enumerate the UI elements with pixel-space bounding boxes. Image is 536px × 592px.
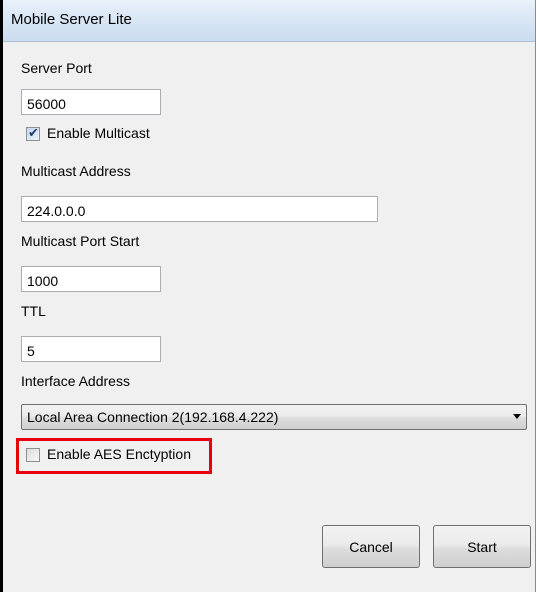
title-bar: Mobile Server Lite — [3, 0, 535, 42]
enable-aes-checkbox-row[interactable]: Enable AES Enctyption — [26, 446, 206, 466]
interface-address-dropdown[interactable]: Local Area Connection 2(192.168.4.222) — [21, 404, 527, 430]
server-port-label: Server Port — [21, 60, 92, 76]
ttl-label: TTL — [21, 303, 46, 319]
multicast-port-start-label: Multicast Port Start — [21, 233, 140, 249]
cancel-button[interactable]: Cancel — [322, 525, 420, 568]
multicast-address-input[interactable] — [21, 196, 378, 222]
checkmark-icon: ✔ — [28, 125, 39, 140]
server-port-input[interactable] — [21, 89, 161, 115]
ttl-input[interactable] — [21, 336, 161, 362]
enable-multicast-checkbox[interactable]: ✔ — [26, 125, 40, 141]
enable-multicast-checkbox-row[interactable]: ✔ Enable Multicast — [26, 125, 186, 145]
chevron-down-icon[interactable] — [513, 414, 521, 419]
window-title: Mobile Server Lite — [11, 11, 132, 28]
multicast-address-label: Multicast Address — [21, 163, 131, 179]
interface-address-selected: Local Area Connection 2(192.168.4.222) — [27, 409, 279, 425]
multicast-port-start-input[interactable] — [21, 266, 161, 292]
enable-aes-label: Enable AES Enctyption — [47, 446, 191, 462]
start-button[interactable]: Start — [433, 525, 531, 568]
enable-multicast-label: Enable Multicast — [47, 125, 150, 141]
interface-address-label: Interface Address — [21, 373, 130, 389]
mobile-server-lite-window: Mobile Server Lite Server Port ✔ Enable … — [0, 0, 536, 592]
enable-aes-checkbox[interactable] — [26, 448, 40, 462]
